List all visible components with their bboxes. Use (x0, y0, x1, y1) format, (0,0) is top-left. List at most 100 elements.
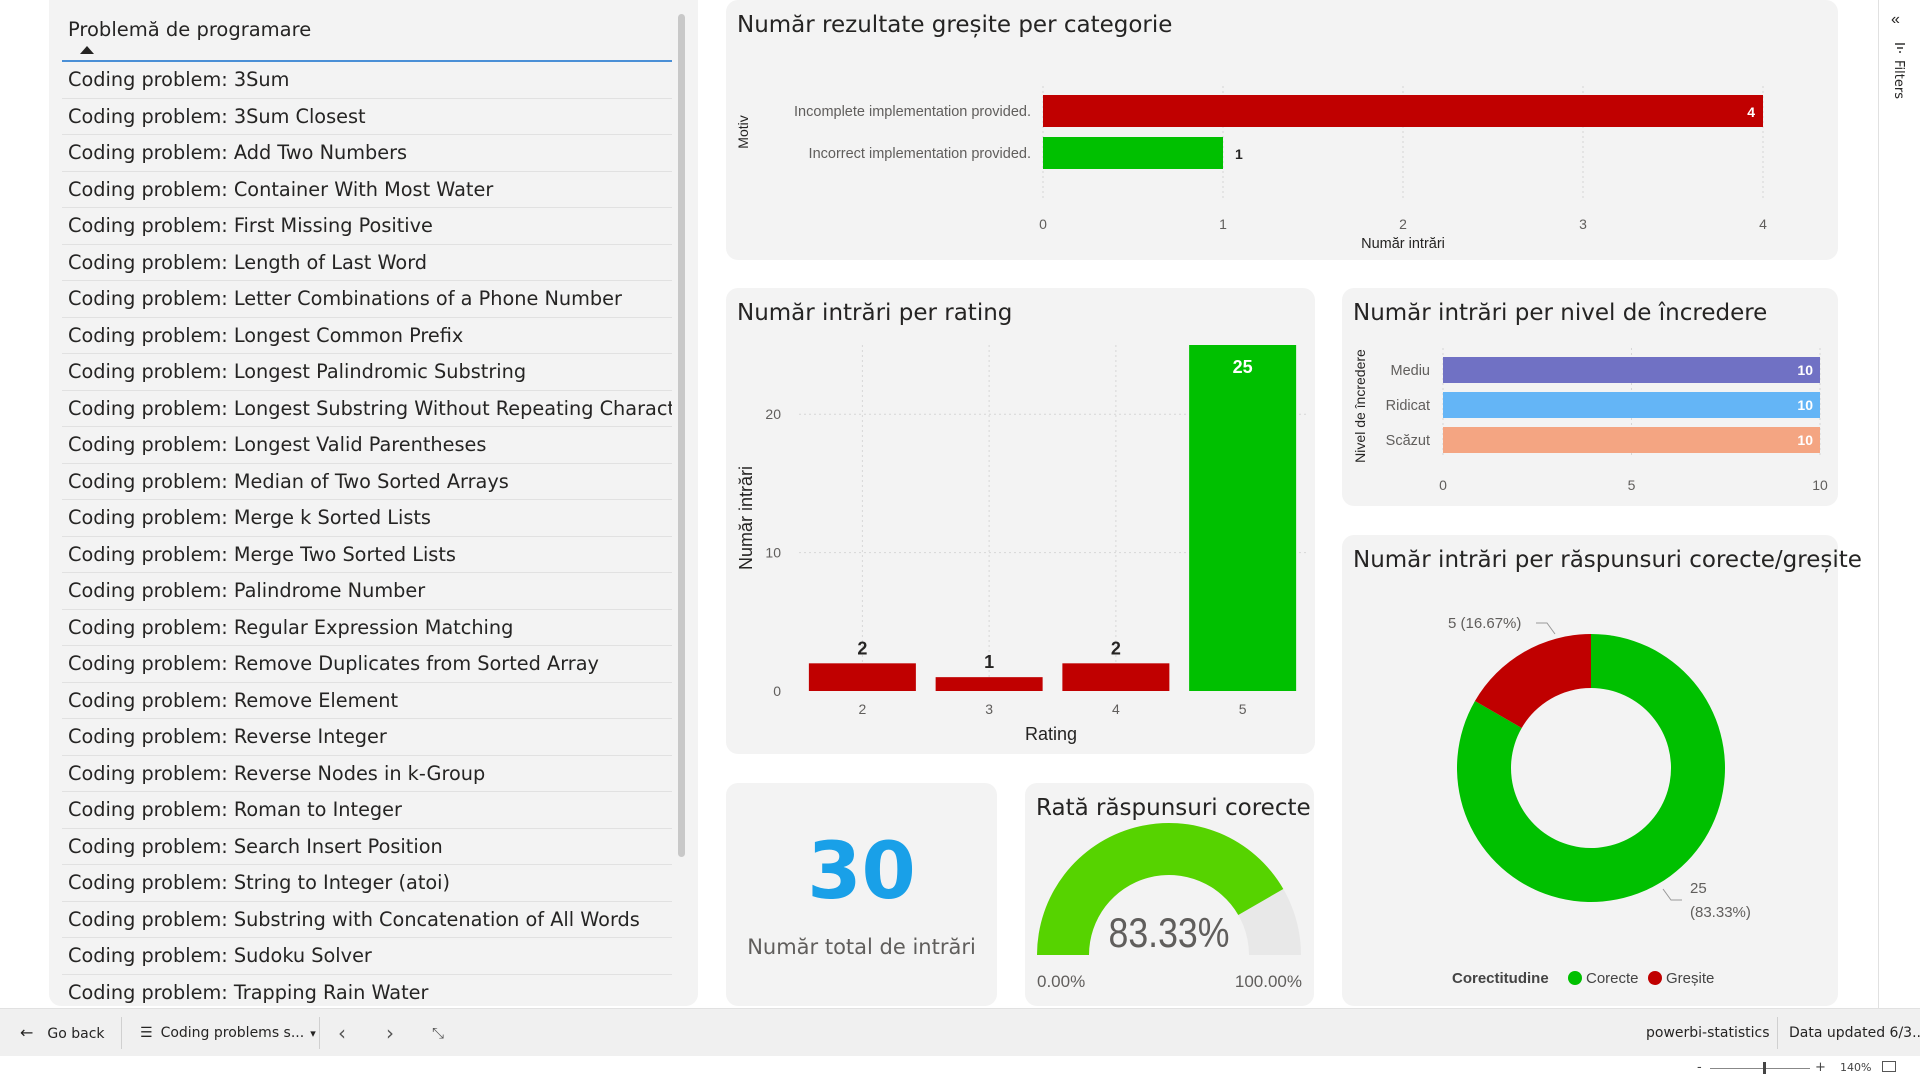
data-label: 10 (1797, 397, 1813, 413)
legend-marker-correct (1568, 971, 1582, 985)
bar (1043, 95, 1763, 127)
zoom-level: 140% (1840, 1061, 1872, 1074)
x-axis-title: Rating (1025, 724, 1077, 744)
bar (1189, 345, 1297, 691)
slicer-item[interactable]: Coding problem: Reverse Nodes in k-Group (62, 756, 672, 792)
wrong-results-card: Număr rezultate greșite per categorie 01… (726, 0, 1838, 260)
zoom-slider-thumb[interactable] (1763, 1062, 1766, 1074)
chevron-left-icon: ‹ (338, 1021, 346, 1045)
slicer-item[interactable]: Coding problem: Reverse Integer (62, 719, 672, 756)
chevron-right-icon: › (386, 1021, 394, 1045)
slicer-item[interactable]: Coding problem: Regular Expression Match… (62, 610, 672, 646)
slicer-item[interactable]: Coding problem: Merge Two Sorted Lists (62, 537, 672, 573)
slicer-item[interactable]: Coding problem: Substring with Concatena… (62, 902, 672, 938)
gauge-chart: 83.33% 0.00% 100.00% (1037, 822, 1302, 991)
slicer-item[interactable]: Coding problem: Longest Valid Parenthese… (62, 427, 672, 464)
slicer-item[interactable]: Coding problem: Median of Two Sorted Arr… (62, 464, 672, 500)
slicer-header[interactable]: Problemă de programare (62, 14, 672, 62)
rating-card: Număr intrări per rating 0 10 20 2 2 1 3 2 4 25 5 R… (726, 288, 1315, 754)
data-label: 25 (1233, 357, 1253, 377)
slicer-item[interactable]: Coding problem: Remove Duplicates from S… (62, 646, 672, 683)
data-label: 2 (1111, 638, 1121, 658)
sort-ascending-icon[interactable] (80, 46, 94, 54)
slicer-item[interactable]: Coding problem: 3Sum Closest (62, 99, 672, 135)
x-tick-label: 2 (1399, 216, 1407, 232)
slicer-item[interactable]: Coding problem: String to Integer (atoi) (62, 865, 672, 902)
zoom-slider[interactable] (1710, 1068, 1810, 1069)
bar (808, 663, 916, 691)
slicer-list: Coding problem: 3Sum Coding problem: 3Sum… (62, 62, 672, 1006)
data-label: 4 (1747, 104, 1755, 120)
category-label: Mediu (1391, 363, 1431, 379)
correctness-card: Număr intrări per răspunsuri corecte/gre… (1342, 535, 1862, 1006)
slice-label-correct-value: 25 (1690, 880, 1707, 897)
y-tick-label: 0 (773, 683, 781, 699)
x-tick-label: 3 (985, 701, 993, 717)
collapse-arrows-icon: ⤡ (432, 1024, 445, 1042)
x-tick-label: 5 (1239, 701, 1247, 717)
slicer-item[interactable]: Coding problem: 3Sum (62, 62, 672, 99)
data-label: 2 (857, 638, 867, 658)
slicer-item[interactable]: Coding problem: Container With Most Wate… (62, 172, 672, 208)
data-updated: Data updated 6/3... (1789, 1025, 1920, 1041)
gauge-max-label: 100.00% (1235, 972, 1302, 991)
slicer-item[interactable]: Coding problem: First Missing Positive (62, 208, 672, 245)
previous-page-button[interactable]: ‹ (338, 1009, 346, 1057)
rating-chart: 0 10 20 2 2 1 3 2 4 25 5 Rating Număr intrări (736, 345, 1306, 744)
category-label: Incorrect implementation provided. (809, 146, 1031, 162)
next-page-button[interactable]: › (386, 1009, 394, 1057)
slicer-item[interactable]: Coding problem: Sudoku Solver (62, 938, 672, 975)
y-axis-title: Număr intrări (736, 466, 756, 570)
y-tick-label: 10 (765, 545, 781, 561)
data-label: 10 (1797, 432, 1813, 448)
slicer-item[interactable]: Coding problem: Letter Combinations of a… (62, 281, 672, 318)
legend-title: Corectitudine (1452, 970, 1549, 987)
slice-label-wrong: 5 (16.67%) (1448, 615, 1521, 632)
slicer-item[interactable]: Coding problem: Longest Palindromic Subs… (62, 354, 672, 391)
kpi-label: Număr total de intrări (747, 935, 976, 959)
slicer-item[interactable]: Coding problem: Roman to Integer (62, 792, 672, 829)
slicer-item[interactable]: Coding problem: Merge k Sorted Lists (62, 500, 672, 537)
page-selector-dropdown[interactable]: ☰ Coding problems s... ▾ (140, 1009, 316, 1057)
slicer-item[interactable]: Coding problem: Length of Last Word (62, 245, 672, 281)
slicer-scrollbar[interactable] (678, 14, 685, 857)
arrow-left-icon: ← (20, 1023, 34, 1042)
x-tick-label: 3 (1579, 216, 1587, 232)
slicer-item[interactable]: Coding problem: Trapping Rain Water (62, 975, 672, 1007)
collapse-button[interactable]: ⤡ (432, 1009, 444, 1057)
leader-line (1662, 888, 1682, 901)
x-tick-label: 4 (1759, 216, 1767, 232)
coding-problem-slicer: Problemă de programare Coding problem: 3… (49, 0, 698, 1006)
legend-marker-wrong (1648, 971, 1662, 985)
trust-chart: 0 5 10 Mediu 10 Ridicat 10 Scăzut 10 Nivel de înc… (1352, 348, 1828, 493)
expand-chevron-icon[interactable]: « (1891, 11, 1900, 28)
x-tick-label: 1 (1219, 216, 1227, 232)
y-tick-label: 20 (765, 406, 781, 422)
x-axis-title: Număr intrări (1361, 236, 1445, 252)
workspace-name: powerbi-statistics (1646, 1025, 1770, 1041)
x-tick-label: 0 (1039, 216, 1047, 232)
slicer-item[interactable]: Coding problem: Add Two Numbers (62, 135, 672, 172)
fit-to-page-icon[interactable] (1882, 1061, 1896, 1072)
bar (1443, 357, 1820, 383)
slicer-item[interactable]: Coding problem: Search Insert Position (62, 829, 672, 865)
slicer-item[interactable]: Coding problem: Longest Substring Withou… (62, 391, 672, 427)
slicer-item[interactable]: Coding problem: Palindrome Number (62, 573, 672, 610)
bar (935, 677, 1043, 691)
filters-pane[interactable]: « Filters (1878, 0, 1920, 1008)
zoom-out-button[interactable]: - (1697, 1060, 1702, 1075)
legend-label-correct: Corecte (1586, 970, 1639, 987)
x-tick-label: 5 (1628, 477, 1636, 493)
x-tick-label: 10 (1812, 477, 1828, 493)
leader-line (1536, 622, 1556, 635)
slicer-item[interactable]: Coding problem: Longest Common Prefix (62, 318, 672, 354)
list-icon: ☰ (140, 1025, 153, 1041)
x-tick-label: 4 (1112, 701, 1120, 717)
y-axis-title: Nivel de încredere (1352, 349, 1368, 463)
kpi-value: 30 (807, 827, 916, 917)
kpi-card: 30 Număr total de intrări (726, 783, 997, 1006)
slicer-item[interactable]: Coding problem: Remove Element (62, 683, 672, 719)
go-back-button[interactable]: ← Go back (20, 1009, 105, 1057)
zoom-in-button[interactable]: + (1815, 1060, 1826, 1075)
data-label: 1 (1235, 146, 1243, 162)
